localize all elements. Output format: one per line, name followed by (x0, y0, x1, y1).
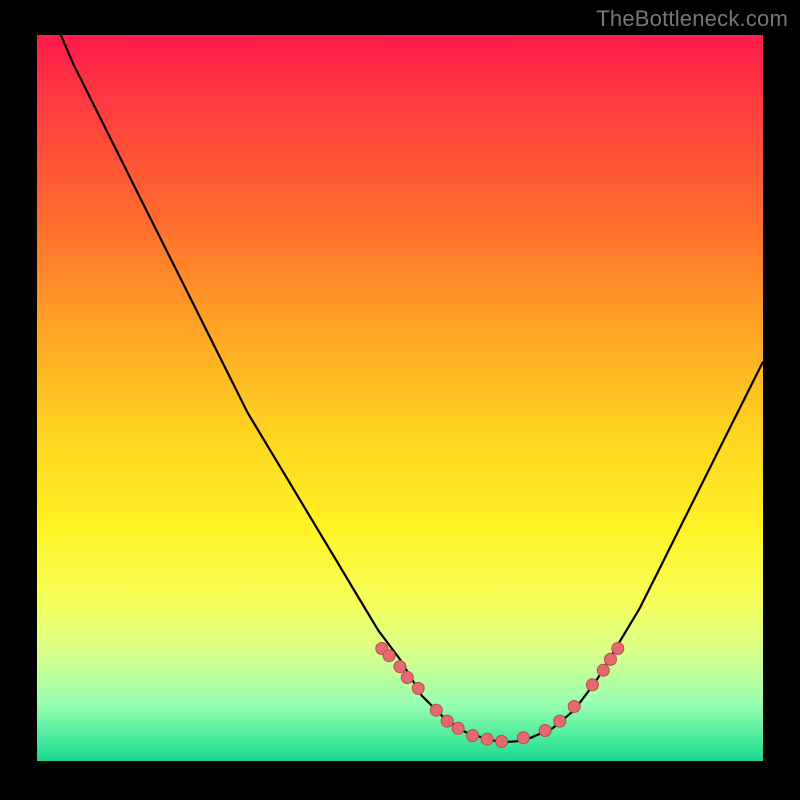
data-marker (441, 715, 453, 727)
bottleneck-curve (37, 35, 763, 742)
data-marker (517, 732, 529, 744)
watermark-text: TheBottleneck.com (596, 6, 788, 32)
data-marker (496, 735, 508, 747)
data-marker (568, 701, 580, 713)
data-marker (554, 715, 566, 727)
data-marker (539, 725, 551, 737)
data-marker (401, 672, 413, 684)
data-marker (467, 730, 479, 742)
data-marker (430, 704, 442, 716)
data-marker (597, 664, 609, 676)
chart-container: TheBottleneck.com (0, 0, 800, 800)
curve-overlay (37, 35, 763, 761)
data-marker (383, 650, 395, 662)
data-marker (586, 679, 598, 691)
data-marker (612, 643, 624, 655)
data-marker (452, 722, 464, 734)
data-marker (481, 733, 493, 745)
data-marker (412, 682, 424, 694)
data-marker (605, 653, 617, 665)
data-marker (394, 661, 406, 673)
